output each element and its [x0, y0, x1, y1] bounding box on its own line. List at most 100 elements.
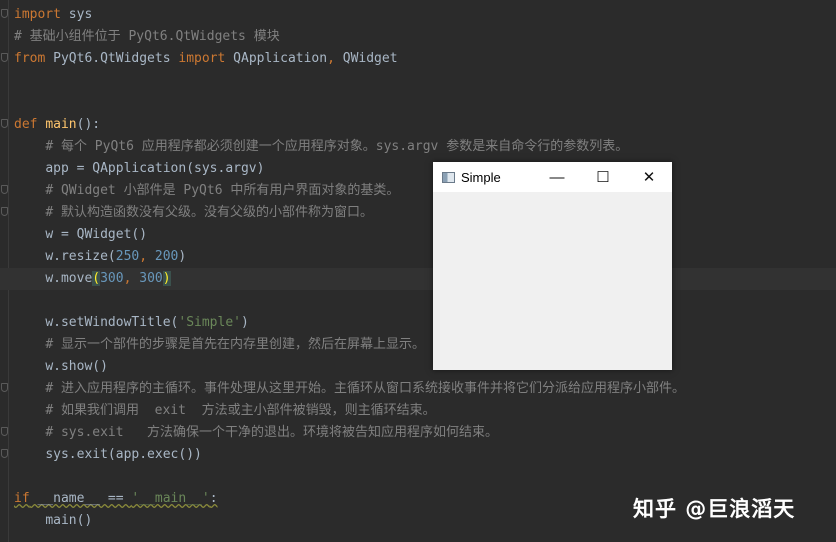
- code-token: main: [45, 117, 77, 132]
- code-editor[interactable]: import sys # 基础小组件位于 PyQt6.QtWidgets 模块 fr…: [0, 4, 836, 532]
- code-line[interactable]: w.setWindowTitle('Simple'): [14, 312, 836, 334]
- code-line[interactable]: def main():: [14, 114, 836, 136]
- code-token: main(): [45, 513, 93, 528]
- simple-window[interactable]: Simple — ☐ ✕: [433, 162, 672, 370]
- code-token: # 显示一个部件的步骤是首先在内存里创建，然后在屏幕上显示。: [45, 337, 425, 352]
- code-token: ): [162, 271, 171, 286]
- code-line[interactable]: # 如果我们调用 exit 方法或主小部件被销毁，则主循环结束。: [14, 400, 836, 422]
- code-line[interactable]: import sys: [14, 4, 836, 26]
- code-line[interactable]: # 默认构造函数没有父级。没有父级的小部件称为窗口。: [14, 202, 836, 224]
- code-token: def: [14, 117, 38, 132]
- code-token: # 默认构造函数没有父级。没有父级的小部件称为窗口。: [45, 205, 373, 220]
- code-line[interactable]: w = QWidget(): [14, 224, 836, 246]
- code-token: import: [178, 51, 226, 66]
- code-content: # QWidget 小部件是 PyQt6 中所有用户界面对象的基类。: [45, 183, 399, 198]
- code-token: if: [14, 491, 30, 506]
- code-token: # QWidget 小部件是 PyQt6 中所有用户界面对象的基类。: [45, 183, 400, 198]
- code-content: # 显示一个部件的步骤是首先在内存里创建，然后在屏幕上显示。: [45, 337, 425, 352]
- code-line[interactable]: w.move(300, 300): [0, 268, 836, 290]
- code-token: # 如果我们调用 exit 方法或主小部件被销毁，则主循环结束。: [45, 403, 436, 418]
- fold-marker-icon[interactable]: [1, 449, 8, 458]
- code-token: QWidget: [334, 51, 398, 66]
- code-token: w = QWidget(): [45, 227, 148, 242]
- code-token: w.show(): [45, 359, 108, 374]
- code-line[interactable]: w.resize(250, 200): [14, 246, 836, 268]
- code-content: # 每个 PyQt6 应用程序都必须创建一个应用程序对象。sys.argv 参数…: [45, 139, 628, 154]
- code-token: __name__ ==: [29, 491, 132, 506]
- maximize-button[interactable]: ☐: [580, 162, 626, 192]
- code-content: if __name__ == '__main__':: [14, 491, 218, 506]
- code-token: sys.exit(app.exec()): [45, 447, 202, 462]
- code-content: from PyQt6.QtWidgets import QApplication…: [14, 51, 398, 66]
- code-token: :: [209, 491, 218, 506]
- code-token: 300: [100, 271, 124, 286]
- code-token: # 基础小组件位于 PyQt6.QtWidgets 模块: [14, 29, 280, 44]
- code-token: ): [241, 315, 249, 330]
- code-line[interactable]: app = QApplication(sys.argv): [14, 158, 836, 180]
- code-line[interactable]: # QWidget 小部件是 PyQt6 中所有用户界面对象的基类。: [14, 180, 836, 202]
- code-token: w.resize(: [45, 249, 116, 264]
- code-token: 'Simple': [178, 315, 241, 330]
- fold-marker-icon[interactable]: [1, 207, 8, 216]
- code-content: # 如果我们调用 exit 方法或主小部件被销毁，则主循环结束。: [45, 403, 435, 418]
- code-content: import sys: [14, 7, 92, 22]
- code-content: # 进入应用程序的主循环。事件处理从这里开始。主循环从窗口系统接收事件并将它们分…: [45, 381, 685, 396]
- code-token: (: [92, 271, 101, 286]
- code-token: QApplication: [225, 51, 328, 66]
- code-token: PyQt6.QtWidgets: [45, 51, 179, 66]
- code-token: w.move: [45, 271, 93, 286]
- code-content: def main():: [14, 117, 100, 132]
- code-line[interactable]: sys.exit(app.exec()): [14, 444, 836, 466]
- code-content: sys.exit(app.exec()): [45, 447, 202, 462]
- code-line[interactable]: w.show(): [14, 356, 836, 378]
- code-content: app = QApplication(sys.argv): [45, 161, 264, 176]
- code-token: 200: [154, 249, 179, 264]
- code-token: from: [14, 51, 46, 66]
- code-content: w.move(300, 300): [45, 271, 171, 286]
- code-token: '__main__': [131, 491, 210, 506]
- code-line[interactable]: # sys.exit 方法确保一个干净的退出。环境将被告知应用程序如何结束。: [14, 422, 836, 444]
- code-token: 250: [115, 249, 140, 264]
- code-line[interactable]: [14, 466, 836, 488]
- fold-marker-icon[interactable]: [1, 119, 8, 128]
- fold-marker-icon[interactable]: [1, 383, 8, 392]
- code-token: ,: [123, 271, 140, 286]
- code-content: # 基础小组件位于 PyQt6.QtWidgets 模块: [14, 29, 280, 44]
- fold-marker-icon[interactable]: [1, 427, 8, 436]
- window-titlebar[interactable]: Simple — ☐ ✕: [433, 162, 672, 192]
- code-content: w.show(): [45, 359, 108, 374]
- code-content: w.resize(250, 200): [45, 249, 186, 264]
- code-token: 300: [139, 271, 163, 286]
- fold-marker-icon[interactable]: [1, 53, 8, 62]
- watermark: 知乎 @巨浪滔天: [633, 497, 796, 521]
- code-line[interactable]: from PyQt6.QtWidgets import QApplication…: [14, 48, 836, 70]
- fold-marker-icon[interactable]: [1, 9, 8, 18]
- code-token: ,: [327, 51, 335, 66]
- code-token: ): [178, 249, 187, 264]
- fold-marker-icon[interactable]: [1, 185, 8, 194]
- code-line[interactable]: [14, 290, 836, 312]
- close-button[interactable]: ✕: [626, 162, 672, 192]
- code-line[interactable]: [14, 92, 836, 114]
- code-content: # 默认构造函数没有父级。没有父级的小部件称为窗口。: [45, 205, 373, 220]
- window-title: Simple: [461, 169, 501, 185]
- code-token: # 每个 PyQt6 应用程序都必须创建一个应用程序对象。sys.argv 参数…: [45, 139, 629, 154]
- code-token: sys: [60, 7, 93, 22]
- code-token: ():: [76, 117, 101, 132]
- code-line[interactable]: # 每个 PyQt6 应用程序都必须创建一个应用程序对象。sys.argv 参数…: [14, 136, 836, 158]
- code-line[interactable]: # 基础小组件位于 PyQt6.QtWidgets 模块: [14, 26, 836, 48]
- code-content: w.setWindowTitle('Simple'): [45, 315, 249, 330]
- code-line[interactable]: # 显示一个部件的步骤是首先在内存里创建，然后在屏幕上显示。: [14, 334, 836, 356]
- code-token: ,: [139, 249, 155, 264]
- code-token: w.setWindowTitle(: [45, 315, 179, 330]
- code-content: main(): [45, 513, 92, 528]
- code-content: w = QWidget(): [45, 227, 147, 242]
- code-token: import: [14, 7, 61, 22]
- app-window-icon: [442, 171, 455, 183]
- code-token: # 进入应用程序的主循环。事件处理从这里开始。主循环从窗口系统接收事件并将它们分…: [45, 381, 685, 396]
- code-line[interactable]: [14, 70, 836, 92]
- code-token: app = QApplication(sys.argv): [45, 161, 265, 176]
- code-line[interactable]: # 进入应用程序的主循环。事件处理从这里开始。主循环从窗口系统接收事件并将它们分…: [14, 378, 836, 400]
- minimize-button[interactable]: —: [534, 162, 580, 192]
- code-content: # sys.exit 方法确保一个干净的退出。环境将被告知应用程序如何结束。: [45, 425, 498, 440]
